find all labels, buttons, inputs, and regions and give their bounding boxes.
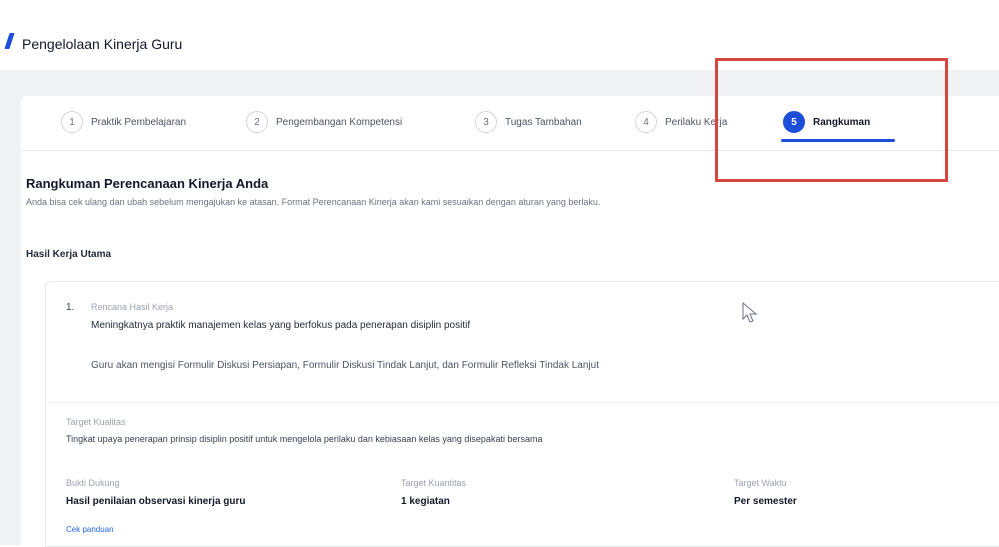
rhk-note: Guru akan mengisi Formulir Diskusi Persi… [91,360,599,371]
result-card: 1. Rencana Hasil Kerja Meningkatnya prak… [45,281,999,547]
rhk-label: Rencana Hasil Kerja [91,302,174,312]
tab-step-number: 1 [61,111,83,133]
tab-tugas-tambahan[interactable]: 3 Tugas Tambahan [475,110,582,134]
tab-step-number: 3 [475,111,497,133]
tab-perilaku-kerja[interactable]: 4 Perilaku Kerja [635,110,727,134]
tab-pengembangan-kompetensi[interactable]: 2 Pengembangan Kompetensi [246,110,402,134]
tab-praktik-pembelajaran[interactable]: 1 Praktik Pembelajaran [61,110,186,134]
bukti-dukung-value: Hasil penilaian observasi kinerja guru [66,496,246,507]
card-divider [46,402,999,403]
tab-label: Pengembangan Kompetensi [276,116,403,128]
tab-label: Praktik Pembelajaran [91,116,187,128]
tab-step-number: 4 [635,111,657,133]
target-kuantitas-label: Target Kuantitas [401,478,467,488]
mouse-cursor-icon [742,301,758,329]
summary-description: Anda bisa cek ulang dan ubah sebelum men… [26,197,601,207]
summary-title: Rangkuman Perencanaan Kinerja Anda [26,176,269,191]
tab-label: Tugas Tambahan [505,116,582,128]
bukti-dukung-label: Bukti Dukung [66,478,120,488]
target-kualitas-value: Tingkat upaya penerapan prinsip disiplin… [66,434,543,444]
target-waktu-value: Per semester [734,496,797,507]
target-kuantitas-value: 1 kegiatan [401,496,450,507]
highlight-box [715,58,948,182]
brand-logo-icon [4,33,15,49]
section-heading: Hasil Kerja Utama [26,249,112,260]
target-kualitas-label: Target Kualitas [66,417,126,427]
target-waktu-label: Target Waktu [734,478,787,488]
cek-panduan-link[interactable]: Cek panduan [66,525,114,534]
rhk-value: Meningkatnya praktik manajemen kelas yan… [91,320,471,331]
card-index: 1. [66,302,75,313]
app-title: Pengelolaan Kinerja Guru [22,36,183,52]
tab-step-number: 2 [246,111,268,133]
